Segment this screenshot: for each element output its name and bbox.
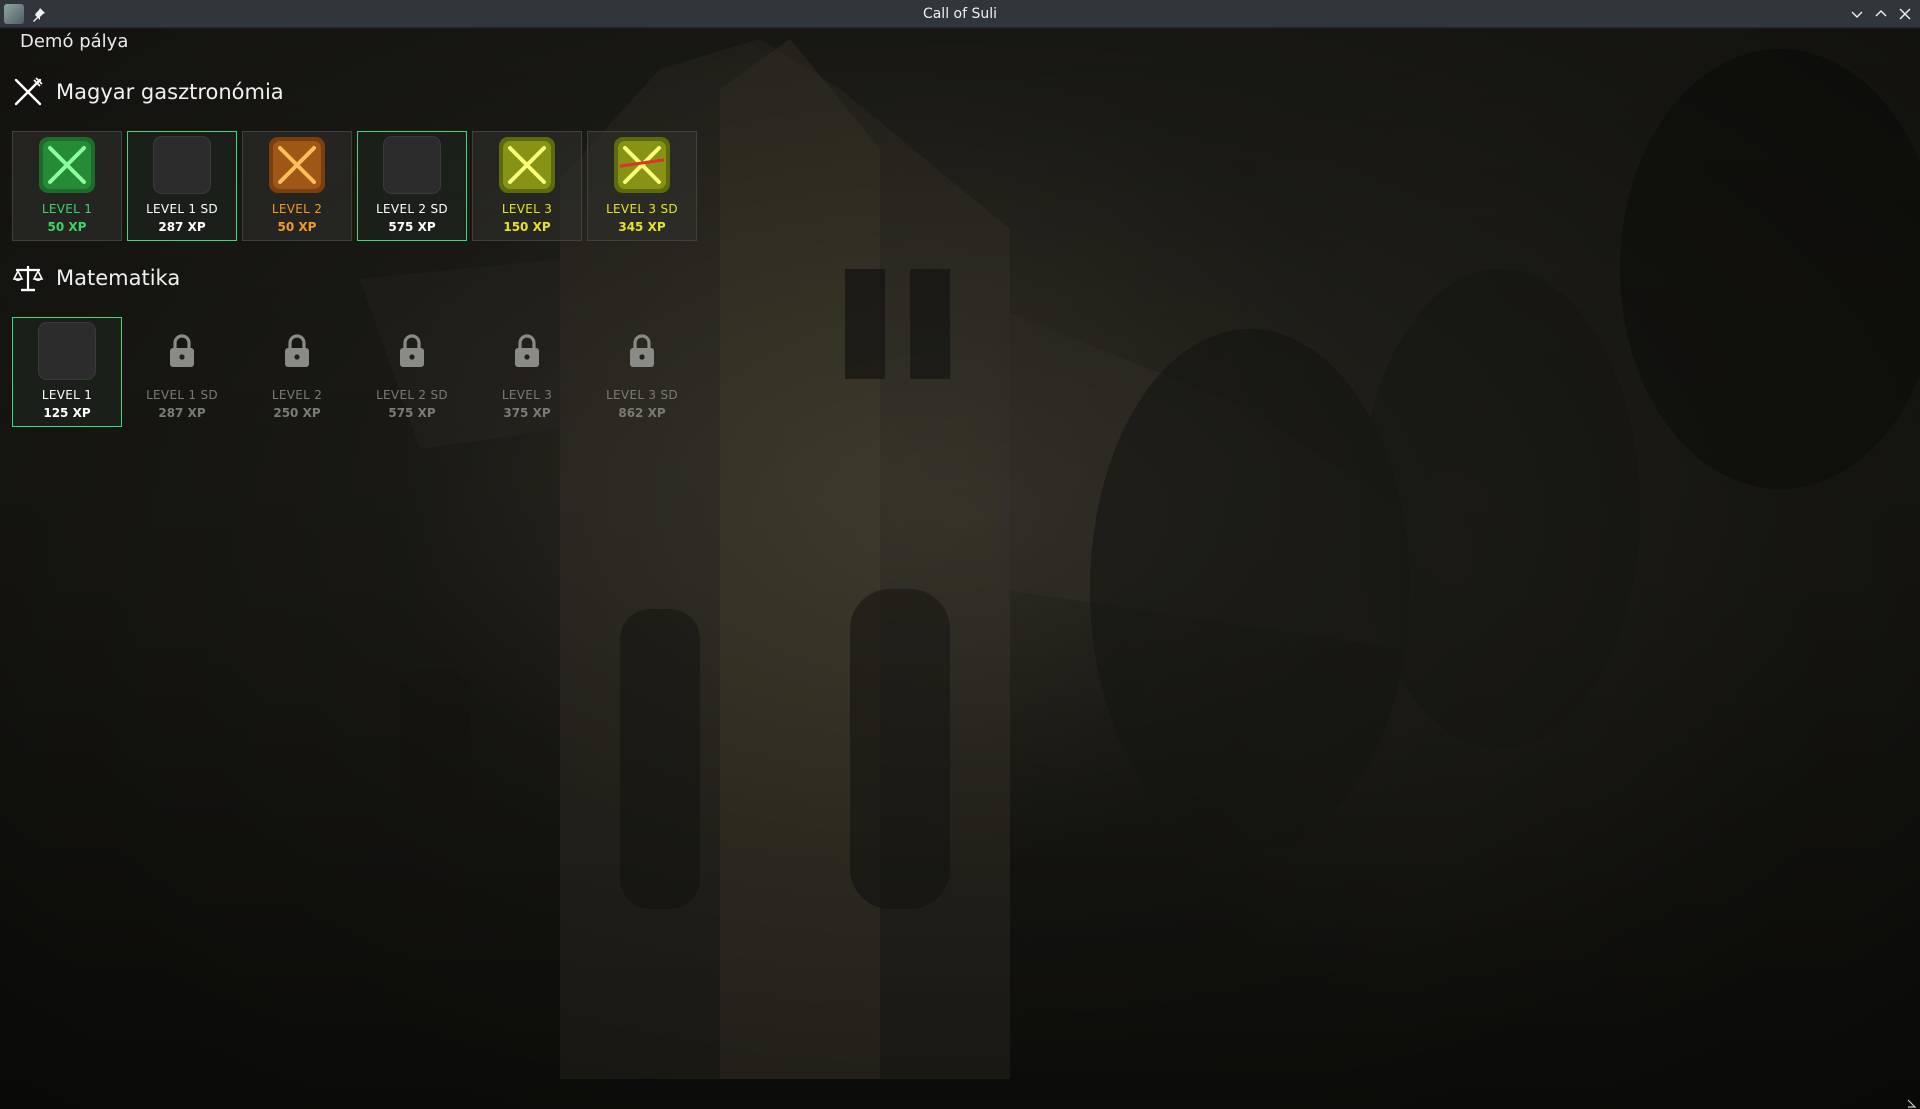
level-label: LEVEL 1 SD <box>146 202 218 216</box>
fork-knife-badge-icon <box>39 137 95 193</box>
lock-icon <box>515 334 539 367</box>
level-label: LEVEL 1 <box>41 388 93 402</box>
level-label: LEVEL 2 SD <box>376 388 448 402</box>
level-card-1-sd[interactable]: LEVEL 1 SD 287 XP <box>127 131 237 241</box>
level-label: LEVEL 2 <box>271 202 323 216</box>
fork-knife-badge-icon <box>269 137 325 193</box>
level-xp: 287 XP <box>158 406 206 420</box>
level-label: LEVEL 3 <box>501 202 553 216</box>
level-xp: 50 XP <box>277 220 317 234</box>
level-xp: 125 XP <box>43 406 91 420</box>
lock-icon <box>630 334 654 367</box>
level-row-gasztronomia: LEVEL 1 50 XP LEVEL 1 SD 287 XP LEVEL 2 … <box>12 131 702 241</box>
resize-grip-icon[interactable] <box>1907 1096 1919 1108</box>
level-card-3-locked: LEVEL 3 375 XP <box>472 317 582 427</box>
level-xp: 375 XP <box>503 406 551 420</box>
level-card-3-sd[interactable]: LEVEL 3 SD 345 XP <box>587 131 697 241</box>
badge-empty <box>383 136 441 194</box>
level-xp: 50 XP <box>47 220 87 234</box>
level-label: LEVEL 1 SD <box>146 388 218 402</box>
fork-knife-icon <box>14 77 43 106</box>
window-title: Call of Suli <box>922 6 998 22</box>
level-xp: 575 XP <box>388 220 436 234</box>
level-card-1[interactable]: LEVEL 1 125 XP <box>12 317 122 427</box>
level-card-3[interactable]: LEVEL 3 150 XP <box>472 131 582 241</box>
level-xp: 287 XP <box>158 220 206 234</box>
section-title: Magyar gasztronómia <box>56 80 284 104</box>
level-card-2-locked: LEVEL 2 250 XP <box>242 317 352 427</box>
section-title: Matematika <box>56 266 181 290</box>
badge <box>268 136 326 194</box>
badge <box>613 136 671 194</box>
level-row-matematika: LEVEL 1 125 XP LEVEL 1 SD 287 XP LEVEL 2… <box>12 317 702 427</box>
level-xp: 862 XP <box>618 406 666 420</box>
chevron-up-icon[interactable] <box>1872 5 1890 23</box>
fork-knife-badge-icon <box>499 137 555 193</box>
level-label: LEVEL 2 SD <box>376 202 448 216</box>
level-card-1-sd-locked: LEVEL 1 SD 287 XP <box>127 317 237 427</box>
lock-icon <box>170 334 194 367</box>
section-header-matematika: Matematika <box>12 261 180 295</box>
level-card-2-sd[interactable]: LEVEL 2 SD 575 XP <box>357 131 467 241</box>
level-xp: 150 XP <box>503 220 551 234</box>
app-icon <box>4 4 24 24</box>
level-card-2[interactable]: LEVEL 2 50 XP <box>242 131 352 241</box>
level-card-3-sd-locked: LEVEL 3 SD 862 XP <box>587 317 697 427</box>
level-xp: 345 XP <box>618 220 666 234</box>
badge <box>498 136 556 194</box>
level-label: LEVEL 3 SD <box>606 202 678 216</box>
close-icon[interactable] <box>1896 5 1914 23</box>
section-header-gasztronomia: Magyar gasztronómia <box>12 75 284 109</box>
lock-icon <box>400 334 424 367</box>
level-label: LEVEL 3 SD <box>606 388 678 402</box>
fork-knife-badge-icon <box>614 137 670 193</box>
level-xp: 250 XP <box>273 406 321 420</box>
level-xp: 575 XP <box>388 406 436 420</box>
pin-icon[interactable] <box>31 6 47 22</box>
level-card-2-sd-locked: LEVEL 2 SD 575 XP <box>357 317 467 427</box>
badge-empty <box>38 322 96 380</box>
level-label: LEVEL 2 <box>271 388 323 402</box>
lock-icon <box>285 334 309 367</box>
window-titlebar[interactable]: Call of Suli <box>0 0 1920 28</box>
level-label: LEVEL 3 <box>501 388 553 402</box>
chevron-down-icon[interactable] <box>1848 5 1866 23</box>
badge <box>38 136 96 194</box>
level-label: LEVEL 1 <box>41 202 93 216</box>
page-title: Demó pálya <box>20 31 129 52</box>
scales-icon <box>12 266 44 292</box>
badge-empty <box>153 136 211 194</box>
level-card-1[interactable]: LEVEL 1 50 XP <box>12 131 122 241</box>
